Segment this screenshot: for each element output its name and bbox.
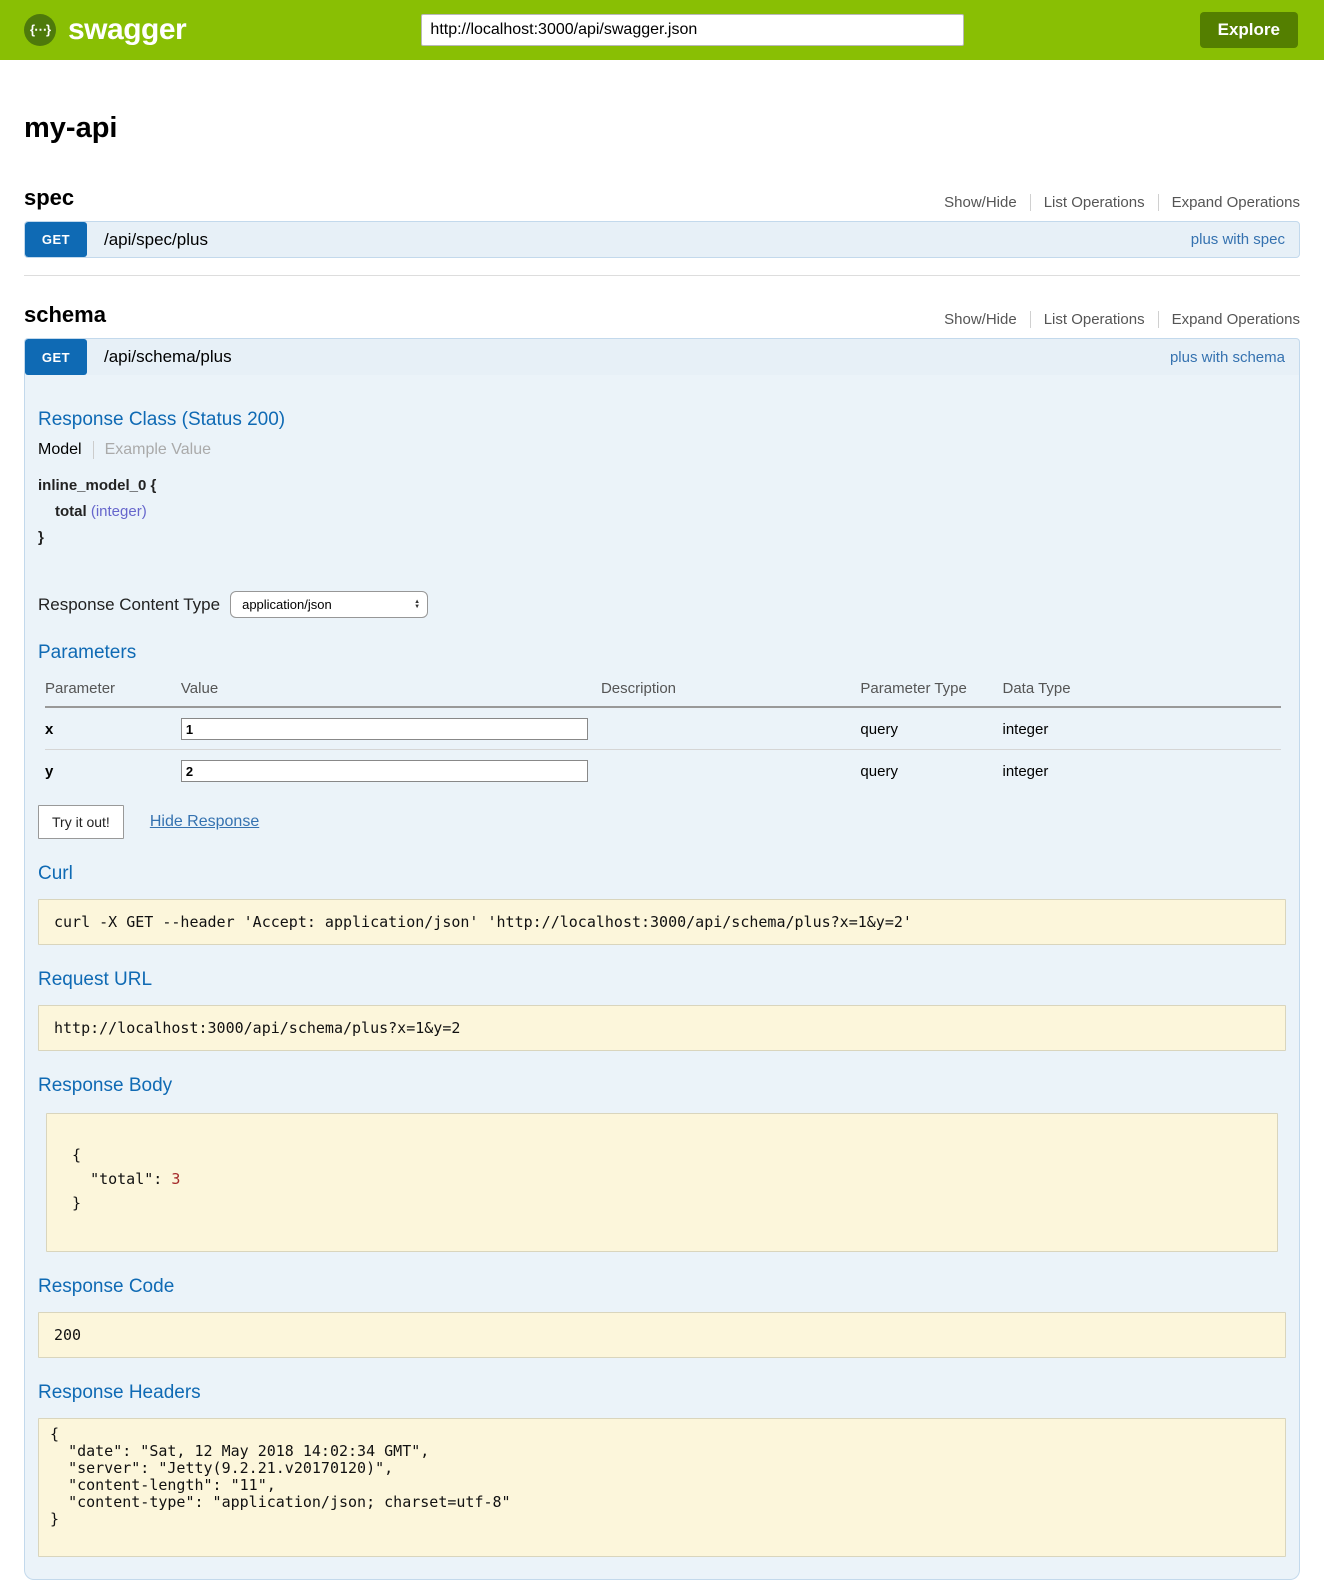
response-class-heading: Response Class (Status 200) [38, 409, 1286, 431]
param-type: query [860, 750, 1002, 792]
section-title-schema: schema [24, 302, 106, 328]
response-body-prefix: { "total": [72, 1146, 171, 1188]
get-method-badge[interactable]: GET [25, 339, 87, 375]
param-name: x [45, 707, 181, 750]
endpoint-path-schema[interactable]: /api/schema/plus [87, 339, 1170, 375]
param-name: y [45, 750, 181, 792]
swagger-logo-icon: {⋯} [24, 14, 56, 46]
try-it-out-button[interactable]: Try it out! [38, 805, 124, 839]
operation-panel: Response Class (Status 200) Model Exampl… [24, 375, 1300, 1580]
response-code-heading: Response Code [38, 1276, 1286, 1298]
tab-example-value[interactable]: Example Value [93, 441, 211, 459]
col-data-type: Data Type [1003, 674, 1281, 707]
selected-content-type: application/json [242, 597, 332, 612]
response-body-number: 3 [171, 1170, 180, 1188]
explore-button[interactable]: Explore [1200, 12, 1298, 48]
section-title-spec: spec [24, 185, 74, 211]
model-close-brace: } [38, 525, 1286, 551]
parameters-heading: Parameters [38, 642, 1286, 664]
parameters-table: Parameter Value Description Parameter Ty… [45, 674, 1281, 791]
section-head-spec: spec Show/Hide List Operations Expand Op… [24, 185, 1300, 211]
model-signature: inline_model_0 { total (integer) } [38, 473, 1286, 551]
endpoint-summary-spec[interactable]: plus with spec [1191, 222, 1299, 257]
model-tabs: Model Example Value [38, 441, 1286, 459]
curl-heading: Curl [38, 863, 1286, 885]
request-url-value: http://localhost:3000/api/schema/plus?x=… [38, 1005, 1286, 1051]
get-method-badge[interactable]: GET [25, 222, 87, 257]
tab-model[interactable]: Model [38, 441, 93, 459]
table-row-y: y query integer [45, 750, 1281, 792]
resource-links-schema: Show/Hide List Operations Expand Operati… [931, 311, 1300, 328]
param-y-input[interactable] [181, 760, 588, 782]
param-x-input[interactable] [181, 718, 588, 740]
response-content-type-row: Response Content Type application/json ▲… [38, 591, 1286, 618]
col-value: Value [181, 674, 601, 707]
col-parameter-type: Parameter Type [860, 674, 1002, 707]
col-description: Description [601, 674, 860, 707]
property-type: (integer) [91, 503, 147, 520]
show-hide-link[interactable]: Show/Hide [931, 194, 1030, 211]
response-body-suffix: } [72, 1194, 81, 1212]
param-description [601, 750, 860, 792]
brand[interactable]: {⋯} swagger [24, 13, 186, 47]
expand-operations-link[interactable]: Expand Operations [1158, 194, 1300, 211]
spec-url-input[interactable] [421, 14, 964, 46]
expand-operations-link[interactable]: Expand Operations [1158, 311, 1300, 328]
response-headers-json: { "date": "Sat, 12 May 2018 14:02:34 GMT… [38, 1418, 1286, 1557]
model-open-brace: inline_model_0 { [38, 473, 1286, 499]
endpoint-row-spec: GET /api/spec/plus plus with spec [24, 221, 1300, 258]
section-head-schema: schema Show/Hide List Operations Expand … [24, 302, 1300, 328]
response-body-json: { "total": 3 } [46, 1113, 1278, 1252]
endpoint-row-schema: GET /api/schema/plus plus with schema [24, 338, 1300, 375]
list-operations-link[interactable]: List Operations [1030, 194, 1158, 211]
response-content-type-select[interactable]: application/json ▲▼ [230, 591, 428, 618]
response-content-type-label: Response Content Type [38, 595, 220, 615]
curl-command: curl -X GET --header 'Accept: applicatio… [38, 899, 1286, 945]
page-title: my-api [24, 112, 1300, 145]
response-body-heading: Response Body [38, 1075, 1286, 1097]
try-row: Try it out! Hide Response [38, 805, 1286, 839]
response-code-value: 200 [38, 1312, 1286, 1358]
table-row-x: x query integer [45, 707, 1281, 750]
col-parameter: Parameter [45, 674, 181, 707]
endpoint-path-spec[interactable]: /api/spec/plus [87, 222, 1191, 257]
section-divider [24, 275, 1300, 276]
model-property: total (integer) [55, 499, 1286, 525]
header-bar: {⋯} swagger Explore [0, 0, 1324, 60]
param-description [601, 707, 860, 750]
resource-links-spec: Show/Hide List Operations Expand Operati… [931, 194, 1300, 211]
param-type: query [860, 707, 1002, 750]
brand-name: swagger [68, 13, 186, 47]
request-url-heading: Request URL [38, 969, 1286, 991]
param-data-type: integer [1003, 707, 1281, 750]
select-arrows-icon: ▲▼ [414, 600, 420, 610]
show-hide-link[interactable]: Show/Hide [931, 311, 1030, 328]
response-headers-heading: Response Headers [38, 1382, 1286, 1404]
list-operations-link[interactable]: List Operations [1030, 311, 1158, 328]
endpoint-summary-schema[interactable]: plus with schema [1170, 339, 1299, 375]
hide-response-link[interactable]: Hide Response [150, 813, 259, 831]
param-data-type: integer [1003, 750, 1281, 792]
property-name: total [55, 503, 87, 520]
